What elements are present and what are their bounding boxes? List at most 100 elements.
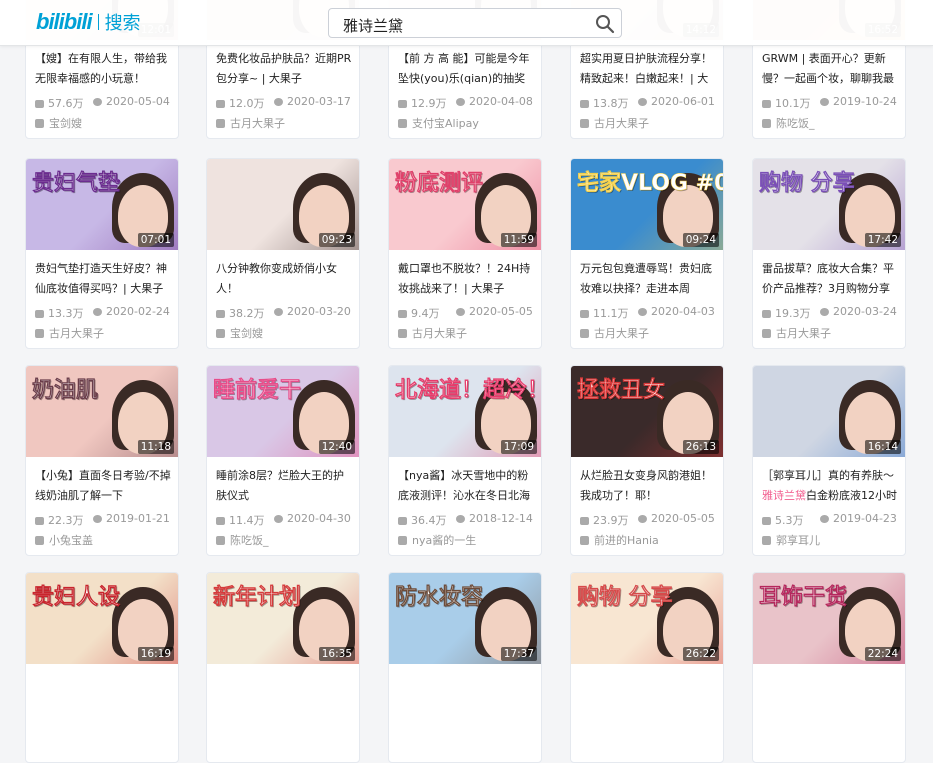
play-count-icon bbox=[762, 100, 771, 108]
video-card[interactable]: 北海道！超冷！！！ 17:09 【nya酱】冰天雪地中的粉底液测评！沁水在冬日北海 3… bbox=[388, 365, 542, 556]
play-count-icon bbox=[762, 310, 771, 318]
play-count-icon bbox=[580, 100, 589, 108]
uploader-link[interactable]: 支付宝Alipay bbox=[398, 115, 479, 131]
video-title[interactable]: 【小兔】直面冬日考验/不掉线奶油肌了解一下 bbox=[35, 466, 171, 506]
video-duration: 16:14 bbox=[864, 440, 901, 454]
video-meta: 57.6万 2020-05-04 bbox=[35, 95, 175, 111]
video-thumbnail[interactable]: 新年计划 16:35 bbox=[207, 573, 359, 664]
video-card[interactable]: 新年计划 16:35 bbox=[206, 572, 360, 763]
uploader-link[interactable]: 陈吃饭_ bbox=[762, 115, 815, 131]
uploader-icon bbox=[762, 119, 771, 128]
video-title[interactable]: 从烂脸丑女变身风韵港姐！我成功了！耶！ bbox=[580, 466, 716, 506]
video-thumbnail[interactable]: 粉底测评 11:59 bbox=[389, 159, 541, 250]
bilibili-logo[interactable]: bilibili 搜索 bbox=[36, 8, 141, 36]
video-title[interactable]: 【nya酱】冰天雪地中的粉底液测评！沁水在冬日北海 bbox=[398, 466, 534, 506]
video-thumbnail[interactable]: 购物 分享 26:22 bbox=[571, 573, 723, 664]
video-thumbnail[interactable]: 宅家VLOG #003 09:24 bbox=[571, 159, 723, 250]
uploader-link[interactable]: nya酱的一生 bbox=[398, 532, 476, 548]
video-card[interactable]: 贵妇气垫 07:01 贵妇气垫打造天生好皮？神仙底妆值得买吗？| 大果子 13.3万 2… bbox=[25, 158, 179, 349]
video-title[interactable]: ［郭享耳儿］真的有养肤～雅诗兰黛白金粉底液12小时 bbox=[762, 466, 898, 506]
video-thumbnail[interactable]: 睡前爱干 12:40 bbox=[207, 366, 359, 457]
video-card[interactable]: 购物 分享 26:22 bbox=[570, 572, 724, 763]
video-duration: 09:24 bbox=[682, 233, 719, 247]
video-thumbnail[interactable]: 16:14 bbox=[753, 366, 905, 457]
clock-icon bbox=[274, 515, 283, 523]
thumbnail-caption: 防水妆容 bbox=[395, 585, 484, 611]
video-title[interactable]: 雷品拔草？底妆大合集？平价产品推荐？3月购物分享 bbox=[762, 259, 898, 299]
thumbnail-caption: 购物 分享 bbox=[759, 171, 855, 197]
video-title[interactable]: 【前 方 高 能】可能是今年坠快(you)乐(qian)的抽奖了 bbox=[398, 49, 534, 89]
uploader-link[interactable]: 古月大果子 bbox=[580, 325, 649, 341]
video-card[interactable]: 16:14 ［郭享耳儿］真的有养肤～雅诗兰黛白金粉底液12小时 5.3万 2019-0… bbox=[752, 365, 906, 556]
uploader-link[interactable]: 古月大果子 bbox=[762, 325, 831, 341]
clock-icon bbox=[274, 98, 283, 106]
video-thumbnail[interactable]: 贵妇人设 16:19 bbox=[26, 573, 178, 664]
video-title[interactable]: 睡前涂8层？烂脸大王的护肤仪式 bbox=[216, 466, 352, 506]
uploader-link[interactable]: 古月大果子 bbox=[580, 115, 649, 131]
video-thumbnail[interactable]: 北海道！超冷！！！ 17:09 bbox=[389, 366, 541, 457]
video-meta: 23.9万 2020-05-05 bbox=[580, 512, 720, 528]
uploader-link[interactable]: 古月大果子 bbox=[216, 115, 285, 131]
upload-date: 2020-03-17 bbox=[274, 95, 351, 108]
search-icon[interactable] bbox=[595, 14, 615, 34]
video-title[interactable]: 超实用夏日护肤流程分享！精致起来！白嫩起来！| 大 bbox=[580, 49, 716, 89]
video-card[interactable]: 睡前爱干 12:40 睡前涂8层？烂脸大王的护肤仪式 11.4万 2020-04-30 陈… bbox=[206, 365, 360, 556]
video-title[interactable]: GRWM | 表面开心？更新慢？一起画个妆，聊聊我最 bbox=[762, 49, 898, 89]
video-title[interactable]: 戴口罩也不脱妆？！24H持妆挑战来了！| 大果子 bbox=[398, 259, 534, 299]
upload-date-value: 2020-04-08 bbox=[469, 95, 533, 108]
video-card[interactable]: 09:23 八分钟教你变成娇俏小女人！ 38.2万 2020-03-20 宝剑嫂 bbox=[206, 158, 360, 349]
video-card[interactable]: 耳饰干货 22:24 bbox=[752, 572, 906, 763]
video-thumbnail[interactable]: 奶油肌 11:18 bbox=[26, 366, 178, 457]
video-title[interactable]: 贵妇气垫打造天生好皮？神仙底妆值得买吗？| 大果子 bbox=[35, 259, 171, 299]
play-count-icon bbox=[580, 517, 589, 525]
upload-date: 2020-03-20 bbox=[274, 305, 351, 318]
thumbnail-caption: 睡前爱干 bbox=[213, 378, 302, 404]
play-count: 13.8万 bbox=[593, 97, 629, 110]
uploader-icon bbox=[35, 119, 44, 128]
video-meta: 12.0万 2020-03-17 bbox=[216, 95, 356, 111]
uploader-link[interactable]: 宝剑嫂 bbox=[35, 115, 82, 131]
uploader-link[interactable]: 前进的Hania bbox=[580, 532, 659, 548]
video-title[interactable]: 八分钟教你变成娇俏小女人！ bbox=[216, 259, 352, 299]
video-thumbnail[interactable]: 防水妆容 17:37 bbox=[389, 573, 541, 664]
video-thumbnail[interactable]: 耳饰干货 22:24 bbox=[753, 573, 905, 664]
search-input[interactable]: 雅诗兰黛 bbox=[343, 15, 403, 36]
search-box[interactable]: 雅诗兰黛 bbox=[328, 8, 622, 38]
video-thumbnail[interactable]: 09:23 bbox=[207, 159, 359, 250]
uploader-link[interactable]: 陈吃饭_ bbox=[216, 532, 269, 548]
video-meta: 13.8万 2020-06-01 bbox=[580, 95, 720, 111]
thumbnail-caption: 粉底测评 bbox=[395, 171, 484, 197]
uploader-name: 古月大果子 bbox=[594, 117, 649, 130]
video-card[interactable]: 奶油肌 11:18 【小兔】直面冬日考验/不掉线奶油肌了解一下 22.3万 2019-0… bbox=[25, 365, 179, 556]
video-grid: 12:01【嫂】在有限人生，带给我无限幸福感的小玩意！57.6万2020-05-… bbox=[0, 0, 933, 763]
upload-date-value: 2018-12-14 bbox=[469, 512, 533, 525]
play-count: 57.6万 bbox=[48, 97, 84, 110]
video-card[interactable]: 拯救丑女 26:13 从烂脸丑女变身风韵港姐！我成功了！耶！ 23.9万 2020-05… bbox=[570, 365, 724, 556]
video-card[interactable]: 粉底测评 11:59 戴口罩也不脱妆？！24H持妆挑战来了！| 大果子 9.4万 202… bbox=[388, 158, 542, 349]
video-card[interactable]: 宅家VLOG #003 09:24 万元包包竟遭辱骂！贵妇底妆难以抉择？走进本周 11… bbox=[570, 158, 724, 349]
uploader-link[interactable]: 古月大果子 bbox=[398, 325, 467, 341]
video-card[interactable]: 防水妆容 17:37 bbox=[388, 572, 542, 763]
uploader-link[interactable]: 古月大果子 bbox=[35, 325, 104, 341]
upload-date: 2020-05-04 bbox=[93, 95, 170, 108]
uploader-link[interactable]: 小兔宝盖 bbox=[35, 532, 93, 548]
uploader-icon bbox=[35, 329, 44, 338]
video-card[interactable]: 贵妇人设 16:19 bbox=[25, 572, 179, 763]
clock-icon bbox=[638, 515, 647, 523]
video-thumbnail[interactable]: 贵妇气垫 07:01 bbox=[26, 159, 178, 250]
uploader-icon bbox=[35, 536, 44, 545]
uploader-name: 古月大果子 bbox=[776, 327, 831, 340]
video-meta: 9.4万 2020-05-05 bbox=[398, 305, 538, 321]
video-thumbnail[interactable]: 购物 分享 17:42 bbox=[753, 159, 905, 250]
video-card[interactable]: 购物 分享 17:42 雷品拔草？底妆大合集？平价产品推荐？3月购物分享 19.3万 2… bbox=[752, 158, 906, 349]
video-title[interactable]: 万元包包竟遭辱骂！贵妇底妆难以抉择？走进本周 bbox=[580, 259, 716, 299]
video-duration: 12:40 bbox=[318, 440, 355, 454]
video-thumbnail[interactable]: 拯救丑女 26:13 bbox=[571, 366, 723, 457]
video-title[interactable]: 免费化妆品护肤品？近期PR包分享~ | 大果子 bbox=[216, 49, 352, 89]
video-title[interactable]: 【嫂】在有限人生，带给我无限幸福感的小玩意！ bbox=[35, 49, 171, 89]
video-meta: 38.2万 2020-03-20 bbox=[216, 305, 356, 321]
uploader-link[interactable]: 宝剑嫂 bbox=[216, 325, 263, 341]
uploader-link[interactable]: 郭享耳儿 bbox=[762, 532, 820, 548]
play-count: 13.3万 bbox=[48, 307, 84, 320]
play-count-icon bbox=[35, 517, 44, 525]
